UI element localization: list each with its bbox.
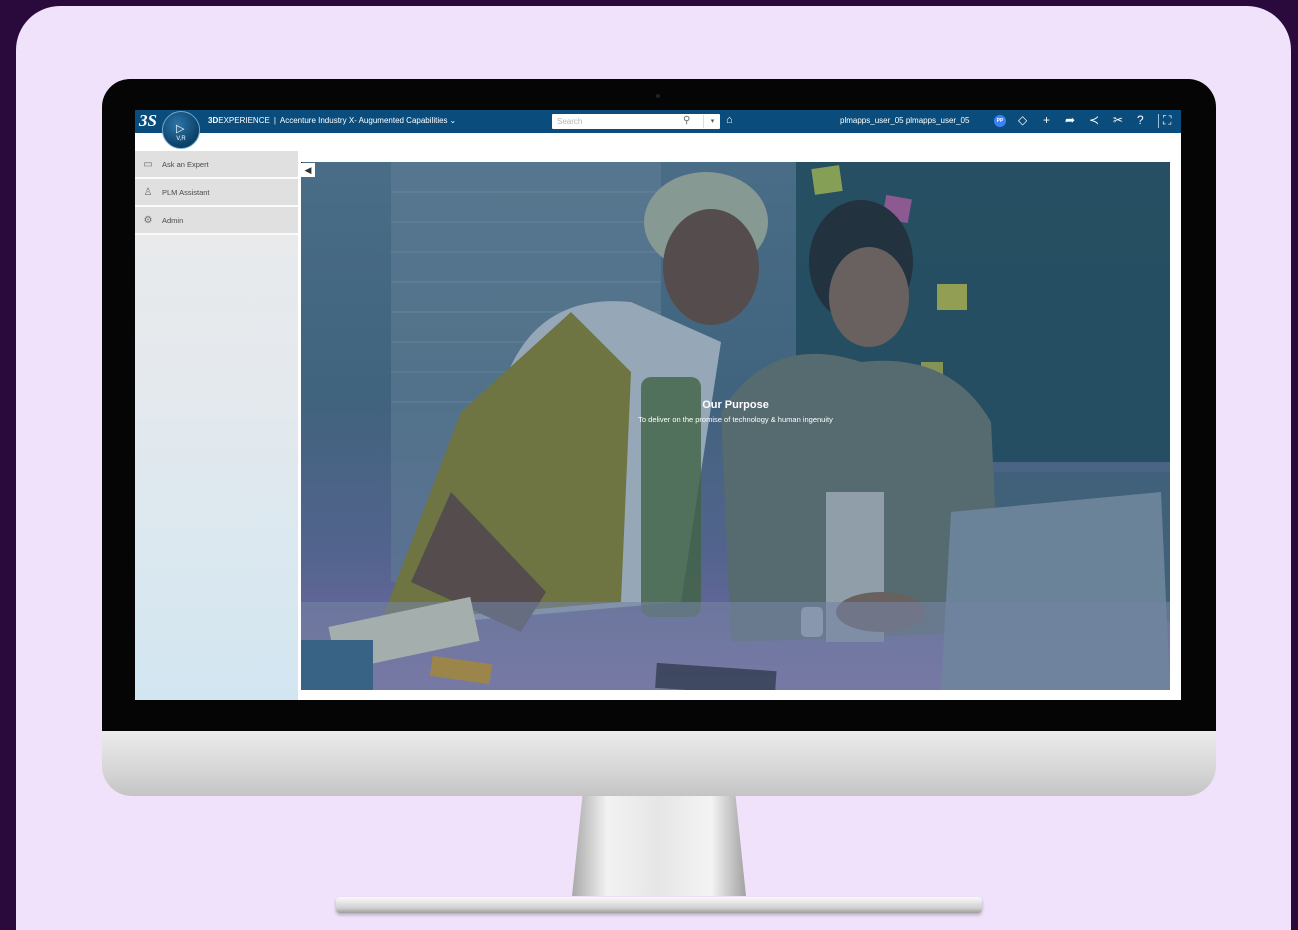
user-name[interactable]: plmapps_user_05 plmapps_user_05 (840, 116, 969, 125)
plus-icon[interactable]: + (1043, 113, 1050, 127)
monitor-chin (102, 731, 1216, 796)
network-icon[interactable]: ≺ (1089, 113, 1099, 127)
tenant-name: Accenture Industry X- Augumented Capabil… (279, 116, 448, 125)
collapse-sidebar-button[interactable]: ◀ (301, 163, 315, 177)
camera-dot (656, 94, 660, 98)
hero-subtitle: To deliver on the promise of technology … (638, 415, 833, 424)
hero-photo (301, 162, 1170, 690)
search-icon[interactable]: ⚲ (683, 115, 690, 126)
sidebar-item-ask-expert[interactable]: ▭ Ask an Expert (135, 151, 298, 179)
search-input[interactable] (552, 114, 677, 129)
play-icon: ▷ (176, 123, 185, 135)
fullscreen-icon[interactable]: ⛶ (1163, 113, 1171, 127)
brand-bold: 3D (208, 116, 219, 125)
compass-button[interactable]: ▷ V,R (162, 111, 200, 149)
admin-icon: ⚙ (143, 214, 153, 226)
avatar[interactable]: PP (994, 115, 1006, 127)
hero-banner: Our Purpose To deliver on the promise of… (301, 162, 1170, 690)
sidebar-item-label: PLM Assistant (162, 187, 210, 197)
sidebar-item-label: Admin (162, 215, 184, 225)
tools-icon[interactable]: ✂ (1113, 113, 1123, 127)
brand-name: EXPERIENCE (218, 116, 270, 125)
search-dropdown-icon[interactable]: ▾ (703, 115, 721, 128)
tag-icon[interactable]: ⌂ (726, 114, 733, 126)
chat-icon: ▭ (143, 158, 153, 170)
hero-title: Our Purpose (702, 399, 769, 411)
help-icon[interactable]: ? (1137, 113, 1144, 127)
ds-logo[interactable]: 3S (139, 111, 157, 131)
sidebar-item-plm-assistant[interactable]: ♙ PLM Assistant (135, 179, 298, 207)
search-box: ⚲ ▾ (552, 114, 720, 129)
brand-separator: | (273, 116, 276, 125)
share-icon[interactable]: ➦ (1065, 113, 1075, 127)
app-title[interactable]: 3DEXPERIENCE | Accenture Industry X- Augum… (208, 116, 456, 125)
sidebar-item-admin[interactable]: ⚙ Admin (135, 207, 298, 235)
top-bar: 3S 3DEXPERIENCE | Accenture Industry X- Au… (135, 110, 1181, 133)
monitor-stand (572, 796, 746, 896)
sidebar: ▭ Ask an Expert ♙ PLM Assistant ⚙ Admin (135, 151, 298, 700)
sidebar-item-label: Ask an Expert (162, 159, 209, 169)
chevron-down-icon[interactable]: ⌄ (450, 116, 457, 125)
monitor-base (336, 897, 982, 913)
tag-icon[interactable]: ◇ (1018, 113, 1027, 127)
app-screen: 3S 3DEXPERIENCE | Accenture Industry X- Au… (135, 110, 1181, 700)
compass-version: V,R (176, 136, 186, 142)
user-icon: ♙ (143, 186, 153, 198)
toolbar-divider (1158, 114, 1159, 128)
